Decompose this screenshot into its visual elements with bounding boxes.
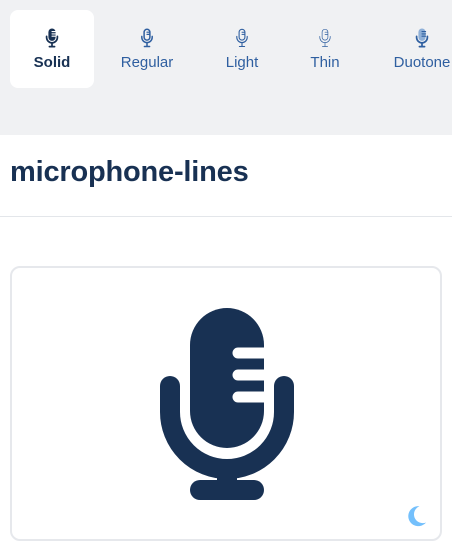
microphone-lines-icon xyxy=(141,28,153,48)
divider xyxy=(0,216,452,217)
microphone-lines-icon xyxy=(45,28,59,48)
icon-detail-page: Solid Regular Light Thin Duotone microph… xyxy=(0,0,452,551)
tab-light[interactable]: Light xyxy=(210,10,274,88)
tab-solid[interactable]: Solid xyxy=(10,10,94,88)
style-tab-bar: Solid Regular Light Thin Duotone xyxy=(0,0,452,135)
tab-label: Solid xyxy=(33,54,71,71)
tab-label: Duotone xyxy=(393,54,451,71)
tab-thin[interactable]: Thin xyxy=(298,10,352,88)
tab-label: Light xyxy=(225,54,259,71)
microphone-lines-icon xyxy=(236,28,248,48)
microphone-lines-icon xyxy=(160,308,294,500)
icon-preview-card xyxy=(10,266,442,541)
icon-title: microphone-lines xyxy=(10,156,249,188)
tab-regular[interactable]: Regular xyxy=(110,10,184,88)
tab-label: Thin xyxy=(310,54,340,71)
moon-icon[interactable] xyxy=(404,504,428,528)
tab-label: Regular xyxy=(120,54,174,71)
microphone-lines-icon xyxy=(319,28,331,47)
microphone-lines-icon xyxy=(415,28,429,48)
tab-duotone[interactable]: Duotone xyxy=(384,10,452,88)
